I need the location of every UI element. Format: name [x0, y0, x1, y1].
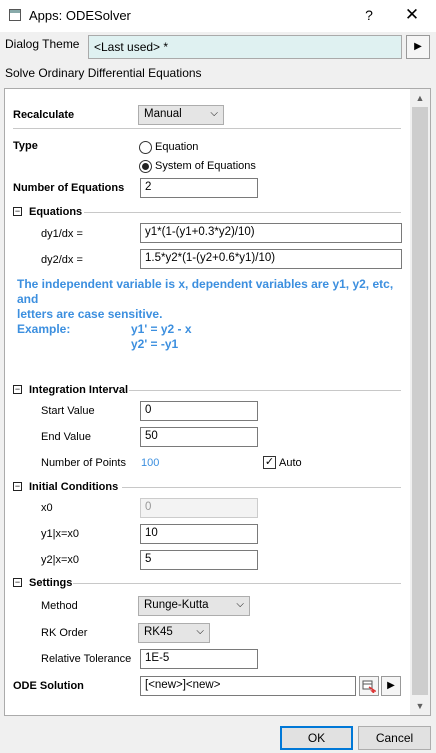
example-line-1: y1' = y2 - x: [131, 322, 192, 336]
y2-initial-input[interactable]: 5: [140, 550, 258, 570]
dialog-theme-field[interactable]: <Last used> *: [88, 35, 402, 59]
radio-system-label: System of Equations: [155, 160, 256, 172]
radio-equation[interactable]: [139, 141, 152, 154]
chevron-down-icon: ⌵: [236, 599, 244, 610]
num-points-value: 100: [141, 457, 160, 469]
radio-equation-label: Equation: [155, 141, 199, 153]
collapse-integration-icon[interactable]: −: [13, 385, 22, 394]
num-equations-input[interactable]: 2: [140, 178, 258, 198]
start-value-input[interactable]: 0: [140, 401, 258, 421]
rk-order-value: RK45: [144, 626, 173, 638]
num-points-label: Number of Points: [41, 457, 126, 469]
method-value: Runge-Kutta: [144, 599, 209, 611]
settings-header: Settings: [29, 577, 73, 589]
chevron-down-icon: ⌵: [210, 108, 218, 119]
ode-solution-label: ODE Solution: [13, 680, 84, 692]
tolerance-input[interactable]: 1E-5: [140, 649, 258, 669]
theme-menu-button[interactable]: ▶: [406, 35, 430, 59]
divider: [73, 583, 401, 584]
solution-menu-arrow-icon[interactable]: ▶: [381, 676, 401, 696]
y1-initial-label: y1|x=x0: [41, 528, 80, 540]
num-equations-label: Number of Equations: [13, 182, 125, 194]
rk-order-select[interactable]: RK45 ⌵: [138, 623, 210, 643]
dy2-label: dy2/dx =: [41, 254, 83, 266]
dy1-input[interactable]: y1*(1-(y1+0.3*y2)/10): [140, 223, 402, 243]
y2-initial-label: y2|x=x0: [41, 554, 80, 566]
range-select-icon[interactable]: [359, 676, 379, 696]
collapse-equations-icon[interactable]: −: [13, 207, 22, 216]
scroll-up-arrow-icon[interactable]: ▲: [410, 89, 430, 107]
method-select[interactable]: Runge-Kutta ⌵: [138, 596, 250, 616]
integration-header: Integration Interval: [29, 384, 129, 396]
dialog-theme-label: Dialog Theme: [5, 37, 80, 51]
equations-header: Equations: [29, 206, 83, 218]
ode-solution-input[interactable]: [<new>]<new>: [140, 676, 356, 696]
help-button[interactable]: ?: [358, 4, 380, 26]
chevron-down-icon: ⌵: [196, 626, 204, 637]
type-label: Type: [13, 140, 38, 152]
end-value-input[interactable]: 50: [140, 427, 258, 447]
x0-input: 0: [140, 498, 258, 518]
note-line: Example:: [17, 322, 71, 336]
rk-order-label: RK Order: [41, 627, 88, 639]
equations-help-note: The independent variable is x, dependent…: [17, 277, 412, 337]
tolerance-label: Relative Tolerance: [41, 653, 132, 665]
collapse-settings-icon[interactable]: −: [13, 578, 22, 587]
divider: [13, 128, 401, 129]
start-value-label: Start Value: [41, 405, 95, 417]
end-value-label: End Value: [41, 431, 91, 443]
window-title: Apps: ODESolver: [29, 8, 131, 23]
initial-header: Initial Conditions: [29, 481, 119, 493]
scroll-down-arrow-icon[interactable]: ▼: [410, 697, 430, 715]
close-button[interactable]: ✕: [398, 4, 426, 26]
recalculate-label: Recalculate: [13, 109, 75, 121]
scroll-thumb[interactable]: [412, 107, 428, 695]
collapse-initial-icon[interactable]: −: [13, 482, 22, 491]
range-select-icon: [362, 680, 378, 694]
auto-label: Auto: [279, 457, 302, 469]
note-line: The independent variable is x, dependent…: [17, 277, 394, 306]
dy1-label: dy1/dx =: [41, 228, 83, 240]
recalculate-value: Manual: [144, 108, 182, 120]
y1-initial-input[interactable]: 10: [140, 524, 258, 544]
dialog-description: Solve Ordinary Differential Equations: [5, 66, 202, 80]
auto-checkbox[interactable]: ✓: [263, 456, 276, 469]
example-line-2: y2' = -y1: [131, 337, 179, 351]
divider: [129, 390, 401, 391]
divider: [84, 212, 401, 213]
method-label: Method: [41, 600, 78, 612]
ok-button[interactable]: OK: [280, 726, 353, 750]
radio-system-of-equations[interactable]: [139, 160, 152, 173]
x0-label: x0: [41, 502, 53, 514]
app-window-icon: [9, 9, 21, 21]
divider: [122, 487, 401, 488]
dy2-input[interactable]: 1.5*y2*(1-(y2+0.6*y1)/10): [140, 249, 402, 269]
cancel-button[interactable]: Cancel: [358, 726, 431, 750]
note-line: letters are case sensitive.: [17, 307, 163, 321]
recalculate-select[interactable]: Manual ⌵: [138, 105, 224, 125]
